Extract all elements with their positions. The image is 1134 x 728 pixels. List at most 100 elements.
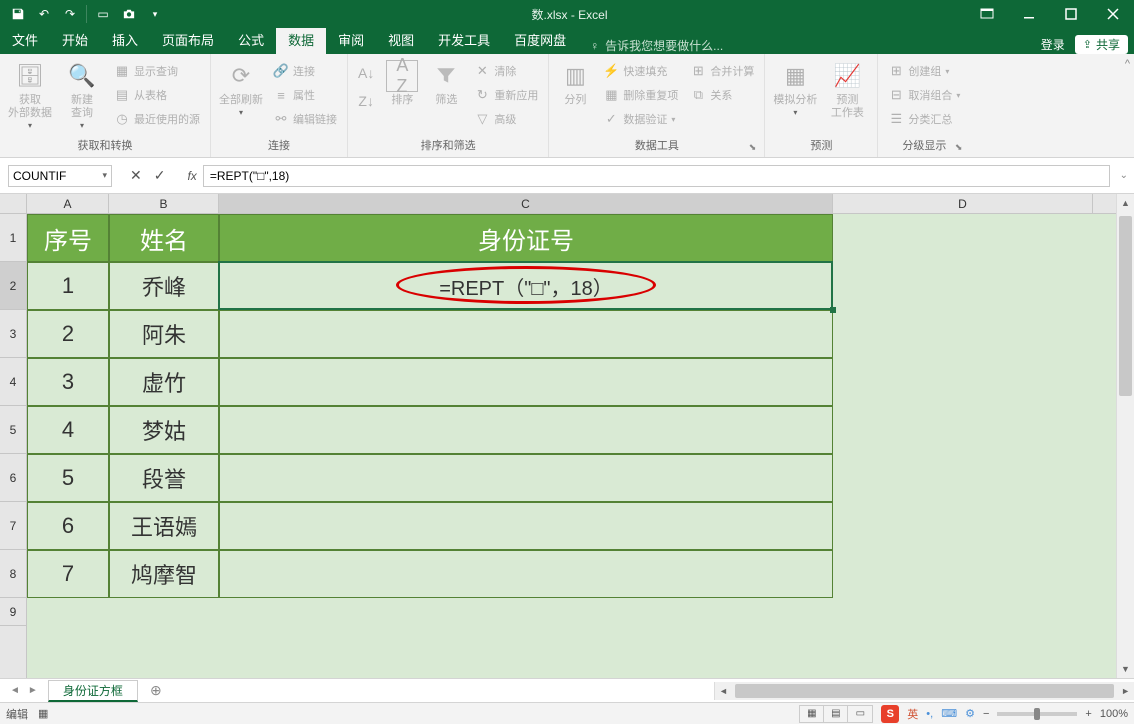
sort-button[interactable]: AZ 排序 [382, 58, 422, 135]
tab-view[interactable]: 视图 [376, 28, 426, 54]
recent-sources-button[interactable]: ◷最近使用的源 [110, 108, 204, 130]
table-cell[interactable]: 6 [27, 502, 109, 550]
close-icon[interactable] [1092, 0, 1134, 28]
id-cell[interactable] [219, 358, 833, 406]
ime-indicator-icon[interactable]: S [881, 705, 899, 723]
properties-button[interactable]: ≡属性 [269, 84, 341, 106]
tab-pagelayout[interactable]: 页面布局 [150, 28, 226, 54]
table-header[interactable]: 序号 [27, 214, 109, 262]
page-layout-button[interactable]: ▤ [824, 706, 848, 722]
undo-icon[interactable]: ↶ [32, 3, 56, 25]
id-cell[interactable] [219, 502, 833, 550]
select-all-corner[interactable] [0, 194, 27, 214]
scrollbar-thumb[interactable] [1119, 216, 1132, 396]
name-box[interactable]: COUNTIF ▾ [8, 165, 112, 187]
redo-icon[interactable]: ↷ [58, 3, 82, 25]
qat-camera-icon[interactable] [117, 3, 141, 25]
remove-duplicates-button[interactable]: ▦删除重复项 [599, 84, 682, 106]
table-header[interactable]: 身份证号 [219, 214, 833, 262]
tab-baidu[interactable]: 百度网盘 [502, 28, 578, 54]
forecast-sheet-button[interactable]: 📈 预测 工作表 [823, 58, 871, 135]
text-to-columns-button[interactable]: ▥ 分列 [555, 58, 595, 135]
vertical-scrollbar[interactable]: ▲ ▼ [1116, 194, 1134, 678]
fx-icon[interactable]: fx [187, 169, 196, 183]
table-cell[interactable]: 王语嫣 [109, 502, 219, 550]
tab-insert[interactable]: 插入 [100, 28, 150, 54]
connections-button[interactable]: 🔗连接 [269, 60, 341, 82]
advanced-filter-button[interactable]: ▽高级 [470, 108, 542, 130]
table-header[interactable]: 姓名 [109, 214, 219, 262]
table-cell[interactable]: 5 [27, 454, 109, 502]
sort-desc-button[interactable]: Z↓ [354, 90, 378, 112]
zoom-out-button[interactable]: − [983, 708, 989, 720]
cells-area[interactable]: 序号姓名身份证号1乔峰=REPT（"□"，18）2阿朱3虚竹4梦姑5段誉6王语嫣… [27, 214, 1116, 678]
id-cell[interactable] [219, 406, 833, 454]
dialog-launcher-icon[interactable]: ⬊ [749, 142, 757, 153]
next-sheet-icon[interactable]: ► [28, 685, 38, 696]
row-header-3[interactable]: 3 [0, 310, 26, 358]
qat-open-icon[interactable]: ▭ [91, 3, 115, 25]
tab-data[interactable]: 数据 [276, 28, 326, 54]
share-button[interactable]: ⇪ 共享 [1075, 35, 1128, 54]
refresh-all-button[interactable]: ⟳ 全部刷新 ▾ [217, 58, 265, 135]
zoom-level[interactable]: 100% [1100, 708, 1128, 720]
data-validation-button[interactable]: ✓数据验证 ▾ [599, 108, 682, 130]
col-header-C[interactable]: C [219, 194, 833, 213]
reapply-button[interactable]: ↻重新应用 [470, 84, 542, 106]
show-queries-button[interactable]: ▦显示查询 [110, 60, 204, 82]
whatif-button[interactable]: ▦ 模拟分析 ▾ [771, 58, 819, 135]
save-icon[interactable] [6, 3, 30, 25]
formula-input[interactable]: =REPT("□",18) [203, 165, 1110, 187]
zoom-slider[interactable] [997, 712, 1077, 716]
tab-formulas[interactable]: 公式 [226, 28, 276, 54]
get-external-data-button[interactable]: 🗄 获取 外部数据 ▾ [6, 58, 54, 135]
id-cell[interactable] [219, 550, 833, 598]
tell-me[interactable]: ♀ 告诉我您想要做什么... [590, 37, 723, 54]
row-header-5[interactable]: 5 [0, 406, 26, 454]
col-header-B[interactable]: B [109, 194, 219, 213]
filter-button[interactable]: 筛选 [426, 58, 466, 135]
id-cell[interactable] [219, 310, 833, 358]
row-header-1[interactable]: 1 [0, 214, 26, 262]
worksheet-grid[interactable]: ABCD 123456789 序号姓名身份证号1乔峰=REPT（"□"，18）2… [0, 194, 1134, 678]
sheet-tab-active[interactable]: 身份证方框 [48, 680, 138, 702]
table-cell[interactable]: 乔峰 [109, 262, 219, 310]
table-cell[interactable]: 3 [27, 358, 109, 406]
group-button[interactable]: ⊞创建组 ▾ [884, 60, 964, 82]
row-header-2[interactable]: 2 [0, 262, 26, 310]
table-cell[interactable]: 7 [27, 550, 109, 598]
macro-record-icon[interactable]: ▦ [38, 707, 48, 720]
chevron-down-icon[interactable]: ▾ [102, 170, 107, 181]
expand-formula-icon[interactable]: ⌄ [1120, 170, 1128, 181]
ime-settings-icon[interactable]: ⚙ [965, 707, 975, 720]
ribbon-options-icon[interactable] [966, 0, 1008, 28]
table-cell[interactable]: 1 [27, 262, 109, 310]
subtotal-button[interactable]: ☰分类汇总 [884, 108, 964, 130]
table-cell[interactable]: 梦姑 [109, 406, 219, 454]
clear-filter-button[interactable]: ✕清除 [470, 60, 542, 82]
scroll-down-icon[interactable]: ▼ [1117, 660, 1134, 678]
tab-review[interactable]: 审阅 [326, 28, 376, 54]
scrollbar-thumb[interactable] [735, 684, 1114, 698]
tab-home[interactable]: 开始 [50, 28, 100, 54]
scroll-left-icon[interactable]: ◄ [719, 686, 728, 696]
from-table-button[interactable]: ▤从表格 [110, 84, 204, 106]
ungroup-button[interactable]: ⊟取消组合 ▾ [884, 84, 964, 106]
table-cell[interactable]: 虚竹 [109, 358, 219, 406]
edit-links-button[interactable]: ⚯编辑链接 [269, 108, 341, 130]
table-cell[interactable]: 段誉 [109, 454, 219, 502]
table-cell[interactable]: 鸠摩智 [109, 550, 219, 598]
normal-view-button[interactable]: ▦ [800, 706, 824, 722]
row-header-4[interactable]: 4 [0, 358, 26, 406]
col-header-D[interactable]: D [833, 194, 1093, 213]
table-cell[interactable]: 4 [27, 406, 109, 454]
id-cell[interactable] [219, 454, 833, 502]
ime-mode-icon[interactable]: •, [926, 708, 933, 720]
fill-handle[interactable] [830, 307, 836, 313]
minimize-icon[interactable] [1008, 0, 1050, 28]
new-query-button[interactable]: 🔍 新建 查询 ▾ [58, 58, 106, 135]
flash-fill-button[interactable]: ⚡快速填充 [599, 60, 682, 82]
enter-formula-button[interactable]: ✓ [154, 167, 166, 184]
row-header-8[interactable]: 8 [0, 550, 26, 598]
relationships-button[interactable]: ⧉关系 [686, 84, 758, 106]
